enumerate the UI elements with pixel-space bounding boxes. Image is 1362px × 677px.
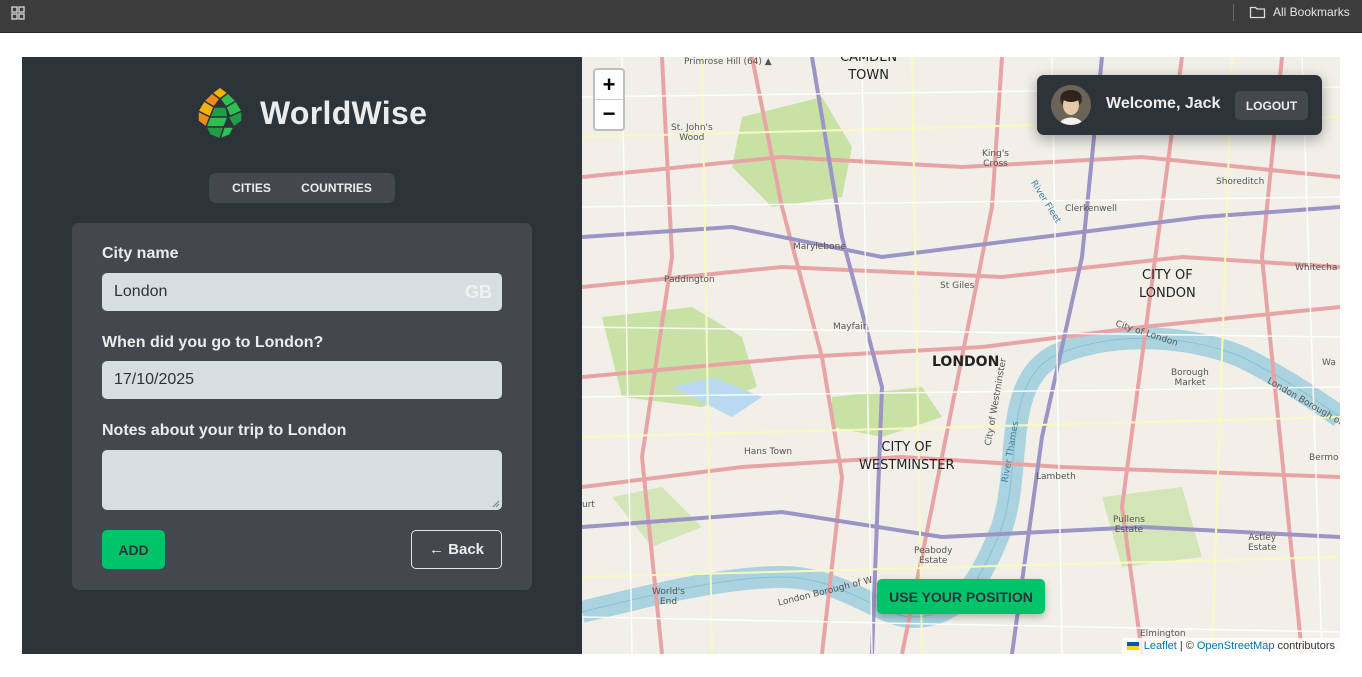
logo[interactable]: WorldWise (192, 85, 427, 141)
map-label-marylebone: Marylebone (793, 242, 846, 252)
nav-tabs: Cities Countries (209, 173, 395, 203)
worldwise-app: WorldWise Cities Countries City name Lon… (22, 57, 1340, 654)
logo-text: WorldWise (260, 94, 428, 131)
city-name-label: City name (102, 245, 179, 262)
bookmarks-divider (1233, 4, 1234, 21)
all-bookmarks-label: All Bookmarks (1273, 5, 1350, 19)
bookmarks-bar: All Bookmarks (0, 0, 1362, 33)
notes-label: Notes about your trip to London (102, 422, 347, 439)
city-name-input[interactable]: London GB (102, 273, 502, 311)
user-avatar-icon (1051, 85, 1091, 125)
country-flag-badge: GB (465, 282, 492, 302)
map-label-stgiles: St Giles (940, 281, 975, 291)
sidebar: WorldWise Cities Countries City name Lon… (22, 57, 582, 654)
map-label-pullens: Pullens Estate (1113, 515, 1145, 535)
add-button[interactable]: Add (102, 530, 165, 569)
map-label-shoreditch: Shoreditch (1216, 177, 1265, 187)
map-label-clerkenwell: Clerkenwell (1065, 204, 1118, 214)
notes-textarea[interactable] (102, 450, 502, 510)
map-label-bermondsey: Bermo (1309, 453, 1339, 463)
welcome-text: Welcome, Jack (1106, 95, 1221, 112)
osm-link[interactable]: OpenStreetMap (1197, 640, 1275, 652)
map-label-stjohns: St. John's Wood (671, 123, 713, 143)
map-attribution: Leaflet | © OpenStreetMap contributors (1121, 638, 1340, 654)
tab-cities[interactable]: Cities (224, 177, 279, 199)
date-label: When did you go to London? (102, 334, 324, 351)
map[interactable]: CAMDEN TOWN Primrose Hill (64) ▲ St. John… (582, 57, 1340, 654)
avatar (1051, 85, 1091, 125)
map-label-westminster: CITY OF WESTMINSTER (859, 440, 955, 473)
map-label-peabody: Peabody Estate (914, 546, 953, 566)
map-label-whitechapel: Whitecha (1295, 263, 1338, 273)
globe-logo-icon (194, 86, 246, 141)
zoom-out-button[interactable]: − (595, 99, 623, 128)
map-label-boroughmarket: Borough Market (1171, 368, 1209, 388)
map-label-lambeth: Lambeth (1036, 472, 1076, 482)
user-panel: Welcome, Jack Logout (1037, 75, 1322, 135)
date-input[interactable]: 17/10/2025 (102, 361, 502, 399)
use-position-button[interactable]: Use your position (877, 579, 1045, 614)
apps-grid-icon[interactable] (10, 5, 26, 21)
add-city-form: City name London GB When did you go to L… (72, 223, 532, 590)
map-label-wa: Wa (1322, 358, 1336, 368)
ukraine-flag-icon (1126, 642, 1139, 650)
map-label-urt: urt (582, 500, 595, 510)
zoom-in-button[interactable]: + (595, 70, 623, 99)
attribution-separator: | © (1179, 640, 1194, 652)
city-name-value: London (114, 283, 168, 300)
logout-button[interactable]: Logout (1235, 91, 1308, 120)
resize-grip-icon[interactable] (492, 500, 500, 508)
map-label-hanstown: Hans Town (744, 447, 793, 457)
map-label-mayfair: Mayfair (833, 322, 867, 332)
map-label-paddington: Paddington (664, 275, 715, 285)
attribution-suffix: contributors (1277, 640, 1335, 652)
map-label-cityoflondon: CITY OF LONDON (1139, 268, 1196, 301)
all-bookmarks-button[interactable]: All Bookmarks (1249, 3, 1350, 21)
map-label-astley: Astley Estate (1248, 533, 1277, 553)
map-label-primrose: Primrose Hill (64) ▲ (684, 57, 772, 67)
back-button[interactable]: ← Back (411, 530, 502, 569)
map-label-london: LONDON (932, 354, 1000, 370)
map-label-camden: CAMDEN TOWN (840, 57, 898, 83)
folder-icon (1249, 6, 1266, 19)
leaflet-link[interactable]: Leaflet (1144, 640, 1177, 652)
map-label-kingscross: King's Cross (982, 149, 1009, 169)
tab-countries[interactable]: Countries (293, 177, 380, 199)
map-label-worldsend: World's End (652, 587, 685, 607)
date-value: 17/10/2025 (114, 371, 195, 388)
zoom-control: + − (593, 68, 625, 131)
